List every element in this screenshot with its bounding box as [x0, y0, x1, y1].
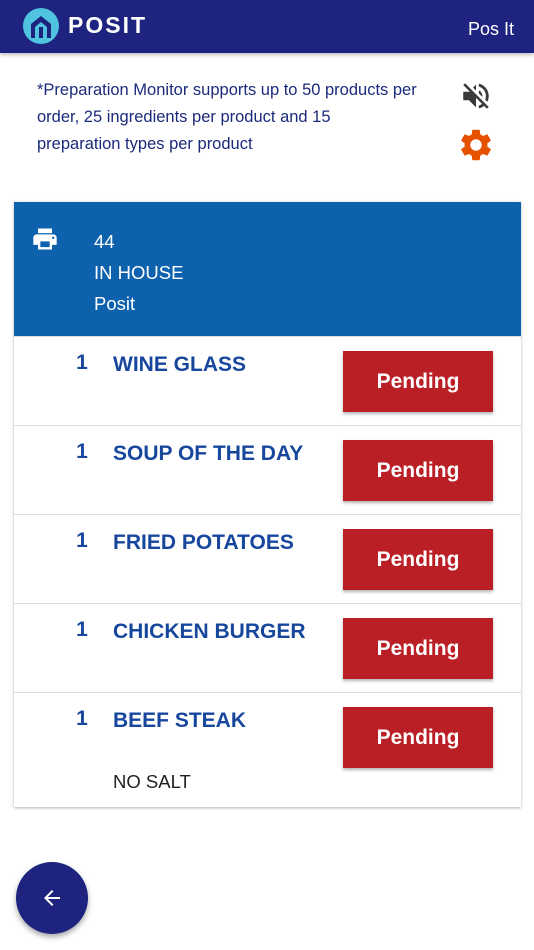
- order-info: 44 IN HOUSE Posit: [94, 226, 183, 319]
- item-quantity: 1: [76, 351, 88, 374]
- back-button[interactable]: [16, 862, 88, 934]
- app-logo-text: POSIT: [68, 12, 148, 38]
- item-note: NO SALT: [113, 771, 191, 792]
- order-number: 44: [94, 231, 115, 252]
- user-label[interactable]: Pos It: [468, 19, 514, 40]
- order-header: 44 IN HOUSE Posit: [14, 202, 521, 336]
- volume-off-icon: [463, 83, 489, 109]
- pending-status-button[interactable]: Pending: [343, 440, 493, 501]
- list-item: 1 FRIED POTATOES Pending: [14, 514, 521, 603]
- arrow-left-icon: [44, 890, 60, 906]
- item-quantity: 1: [76, 529, 88, 552]
- list-item: 1 BEEF STEAK NO SALT Pending: [14, 692, 521, 806]
- pending-status-button[interactable]: Pending: [343, 351, 493, 412]
- item-name: BEEF STEAK: [113, 709, 247, 732]
- item-quantity: 1: [76, 707, 88, 730]
- item-name: CHICKEN BURGER: [113, 620, 306, 643]
- item-name: FRIED POTATOES: [113, 531, 294, 554]
- top-app-bar: POSIT Pos It: [0, 0, 534, 53]
- mute-button[interactable]: [457, 78, 495, 114]
- order-items-list: 1 WINE GLASS Pending 1 SOUP OF THE DAY P…: [14, 336, 521, 806]
- posit-logo-icon: [23, 8, 59, 44]
- settings-button[interactable]: [457, 126, 495, 164]
- list-item: 1 CHICKEN BURGER Pending: [14, 603, 521, 692]
- item-name: SOUP OF THE DAY: [113, 442, 304, 465]
- list-item: 1 WINE GLASS Pending: [14, 336, 521, 425]
- order-source: Posit: [94, 293, 136, 314]
- printer-icon[interactable]: [31, 226, 59, 252]
- pending-status-button[interactable]: Pending: [343, 707, 493, 768]
- item-quantity: 1: [76, 440, 88, 463]
- order-type: IN HOUSE: [94, 262, 184, 283]
- item-name: WINE GLASS: [113, 353, 247, 376]
- pending-status-button[interactable]: Pending: [343, 618, 493, 679]
- list-item: 1 SOUP OF THE DAY Pending: [14, 425, 521, 514]
- capacity-notice: *Preparation Monitor supports up to 50 p…: [37, 81, 417, 153]
- order-card: 44 IN HOUSE Posit 1 WINE GLASS Pending 1…: [14, 202, 521, 807]
- item-quantity: 1: [76, 618, 88, 641]
- gear-icon: [461, 129, 491, 161]
- pending-status-button[interactable]: Pending: [343, 529, 493, 590]
